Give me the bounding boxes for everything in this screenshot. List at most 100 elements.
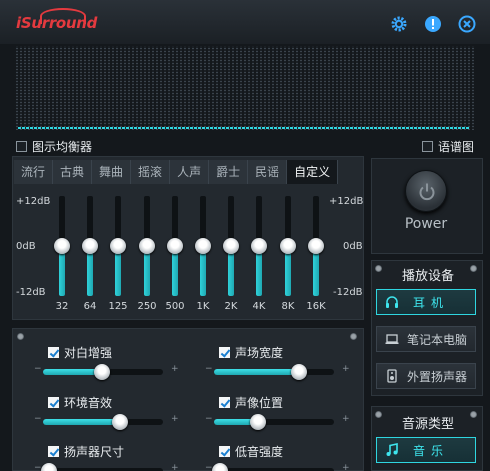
db-bottom-label: -12dB <box>16 287 46 298</box>
db-top-label-right: +12dB <box>329 196 364 207</box>
effect-slider-fill <box>43 369 102 375</box>
eq-slider[interactable] <box>110 196 126 296</box>
option-label: 外置扬声器 <box>407 369 468 384</box>
eq-slider-thumb[interactable] <box>110 238 126 254</box>
preset-tab[interactable]: 摇滚 <box>131 160 171 184</box>
effect-slider-fill <box>43 419 120 425</box>
effect-checkbox[interactable]: 扬声器尺寸 <box>48 443 124 460</box>
checkbox-box[interactable] <box>219 446 230 457</box>
eq-slider[interactable] <box>195 196 211 296</box>
eq-slider-thumb[interactable] <box>82 238 98 254</box>
minus-sign: − <box>205 364 213 374</box>
spectrum-display <box>16 46 474 130</box>
app-logo: iSurround <box>16 14 98 32</box>
eq-slider[interactable] <box>139 196 155 296</box>
screw-decoration <box>470 265 477 272</box>
checkbox-box[interactable] <box>422 141 433 152</box>
close-icon[interactable] <box>458 15 476 33</box>
power-button[interactable] <box>405 170 447 212</box>
effect-slider[interactable] <box>214 414 334 430</box>
spectrum-baseline <box>18 127 470 129</box>
eq-frequency-label: 64 <box>83 301 97 312</box>
effect-slider-thumb[interactable] <box>93 364 110 380</box>
eq-frequency-label: 2K <box>224 301 238 312</box>
eq-frequency-label: 500 <box>165 301 185 312</box>
effect-checkbox[interactable]: 环境音效 <box>48 394 112 411</box>
title-bar: iSurround <box>0 0 490 44</box>
eq-frequency-label: 8K <box>281 301 295 312</box>
checkbox-box[interactable] <box>219 397 230 408</box>
eq-slider[interactable] <box>167 196 183 296</box>
effect-slider[interactable] <box>43 414 163 430</box>
plus-sign: + <box>171 364 179 374</box>
show-eq-checkbox[interactable]: 图示均衡器 <box>16 138 92 155</box>
eq-slider-thumb[interactable] <box>54 238 70 254</box>
eq-slider[interactable] <box>251 196 267 296</box>
effect-slider[interactable] <box>214 364 334 380</box>
effect-label: 对白增强 <box>64 346 113 360</box>
gear-icon[interactable] <box>390 15 408 33</box>
effect-checkbox[interactable]: 对白增强 <box>48 344 112 361</box>
speaker-icon <box>385 369 399 383</box>
preset-tab[interactable]: 爵士 <box>209 160 249 184</box>
eq-slider-thumb[interactable] <box>223 238 239 254</box>
effect-label: 环境音效 <box>64 396 113 410</box>
effect-label: 声场宽度 <box>235 346 284 360</box>
eq-slider-thumb[interactable] <box>251 238 267 254</box>
effect-label: 低音强度 <box>235 445 284 459</box>
minus-sign: − <box>34 414 42 424</box>
checkbox-box[interactable] <box>48 446 59 457</box>
minus-sign: − <box>34 364 42 374</box>
option-button[interactable]: 外置扬声器 <box>376 363 476 389</box>
eq-slider-thumb[interactable] <box>167 238 183 254</box>
preset-tab[interactable]: 流行 <box>14 160 54 184</box>
playback-title: 播放设备 <box>401 269 454 284</box>
effect-label: 声像位置 <box>235 396 284 410</box>
plus-sign: + <box>171 463 179 471</box>
preset-tab[interactable]: 古典 <box>53 160 93 184</box>
checkbox-box[interactable] <box>16 141 27 152</box>
preset-tab[interactable]: 人声 <box>170 160 210 184</box>
eq-frequency-label: 16K <box>306 301 326 312</box>
plus-sign: + <box>342 414 350 424</box>
option-button[interactable]: 耳机 <box>376 289 476 315</box>
effect-slider[interactable] <box>43 364 163 380</box>
checkbox-box[interactable] <box>48 397 59 408</box>
power-label: Power <box>404 216 448 232</box>
screw-decoration <box>470 411 477 418</box>
eq-slider[interactable] <box>223 196 239 296</box>
eq-slider[interactable] <box>54 196 70 296</box>
option-label: 笔记本电脑 <box>407 332 468 347</box>
spectrogram-checkbox[interactable]: 语谱图 <box>422 138 474 155</box>
checkbox-box[interactable] <box>219 347 230 358</box>
laptop-icon <box>385 332 399 346</box>
option-button[interactable]: 笔记本电脑 <box>376 326 476 352</box>
checkbox-box[interactable] <box>48 347 59 358</box>
eq-slider-thumb[interactable] <box>139 238 155 254</box>
preset-tab[interactable]: 民谣 <box>248 160 288 184</box>
eq-slider-thumb[interactable] <box>280 238 296 254</box>
eq-slider-thumb[interactable] <box>308 238 324 254</box>
effect-checkbox[interactable]: 声场宽度 <box>219 344 283 361</box>
preset-tab[interactable]: 自定义 <box>287 160 339 184</box>
effect-checkbox[interactable]: 声像位置 <box>219 394 283 411</box>
db-bottom-label-right: -12dB <box>333 287 363 298</box>
eq-slider[interactable] <box>82 196 98 296</box>
effect-label: 扬声器尺寸 <box>64 445 125 459</box>
db-mid-label-right: 0dB <box>343 241 363 252</box>
eq-slider[interactable] <box>280 196 296 296</box>
preset-tab[interactable]: 舞曲 <box>92 160 132 184</box>
option-label: 音乐 <box>413 443 450 458</box>
effect-slider-fill <box>214 369 300 375</box>
eq-slider-thumb[interactable] <box>195 238 211 254</box>
minus-sign: − <box>205 414 213 424</box>
effect-slider-thumb[interactable] <box>111 414 128 430</box>
option-button[interactable]: 音乐 <box>376 437 476 463</box>
screw-decoration <box>375 411 382 418</box>
plus-sign: + <box>342 364 350 374</box>
info-icon[interactable] <box>424 15 442 33</box>
power-icon <box>419 183 435 201</box>
eq-slider[interactable] <box>308 196 324 296</box>
effect-checkbox[interactable]: 低音强度 <box>219 443 283 460</box>
show-eq-label: 图示均衡器 <box>32 140 93 154</box>
